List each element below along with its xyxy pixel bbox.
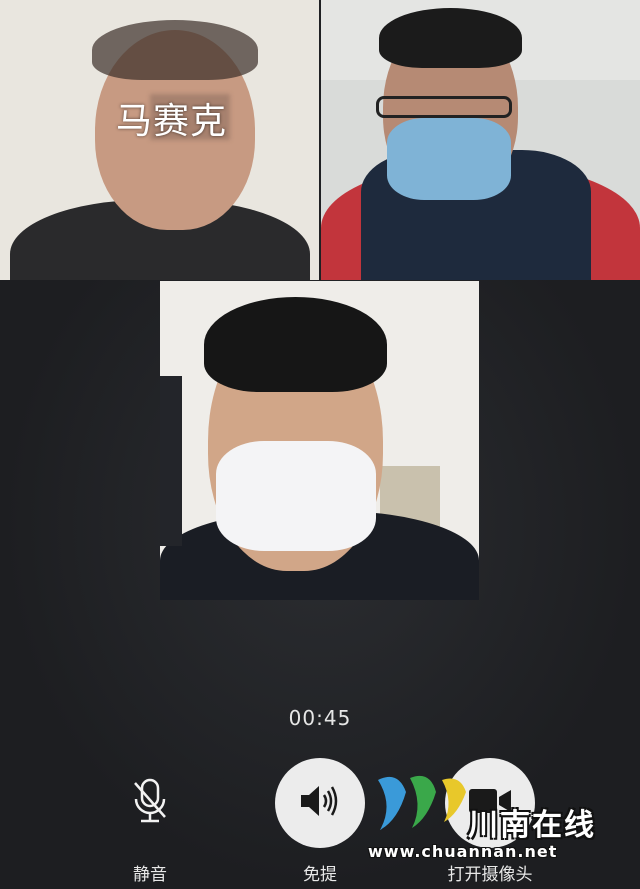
participant-name-label: 马赛克 bbox=[116, 101, 228, 142]
mute-label: 静音 bbox=[133, 865, 167, 885]
face-mask bbox=[387, 118, 511, 200]
participant-video-2[interactable] bbox=[321, 0, 640, 280]
speaker-icon bbox=[297, 781, 343, 825]
mute-button[interactable]: 静音 bbox=[90, 758, 210, 885]
watermark-url: www.chuannan.net bbox=[368, 842, 558, 861]
face-mask bbox=[216, 441, 376, 551]
participant-hair bbox=[204, 297, 387, 392]
site-watermark: 川南在线 www.chuannan.net bbox=[368, 770, 628, 861]
participant-video-1[interactable]: 马赛克 bbox=[0, 0, 319, 280]
participant-video-3[interactable] bbox=[160, 281, 479, 600]
call-timer: 00:45 bbox=[288, 706, 352, 730]
speaker-label: 免提 bbox=[303, 865, 337, 885]
raised-arm bbox=[160, 376, 182, 546]
mute-circle bbox=[105, 758, 195, 848]
speaker-circle bbox=[275, 758, 365, 848]
participant-hair bbox=[379, 8, 522, 68]
participant-hair bbox=[92, 20, 258, 80]
watermark-logo-icon bbox=[378, 775, 466, 830]
watermark-site-name: 川南在线 bbox=[468, 808, 596, 843]
speaker-button[interactable]: 免提 bbox=[260, 758, 380, 885]
glasses bbox=[376, 96, 512, 118]
microphone-off-icon bbox=[130, 777, 170, 829]
camera-label: 打开摄像头 bbox=[447, 865, 533, 885]
